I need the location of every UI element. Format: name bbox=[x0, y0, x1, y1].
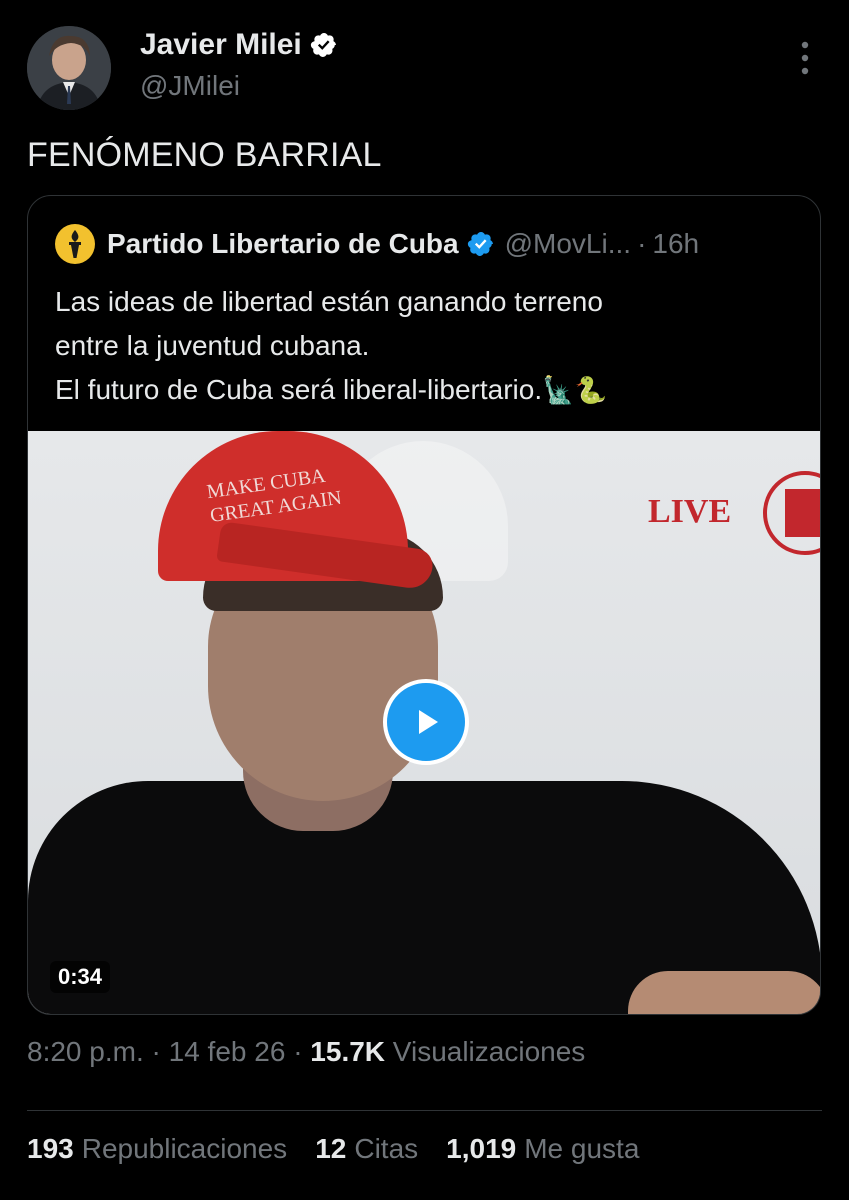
separator-dot: · bbox=[637, 228, 647, 259]
quoted-text-line: Las ideas de libertad están ganando terr… bbox=[55, 286, 603, 317]
engagement-stats: 193 Republicaciones 12 Citas 1,019 Me gusta bbox=[27, 1133, 639, 1165]
separator-dot: · bbox=[151, 1036, 161, 1067]
reposts-stat[interactable]: 193 Republicaciones bbox=[27, 1133, 287, 1165]
play-icon bbox=[419, 710, 438, 734]
quoted-text-line-3: El futuro de Cuba será liberal-libertari… bbox=[55, 374, 543, 405]
quotes-stat[interactable]: 12 Citas bbox=[315, 1133, 418, 1165]
quoted-text-line: entre la juventud cubana. bbox=[55, 330, 370, 361]
quoted-tweet-text: Las ideas de libertad están ganando terr… bbox=[55, 280, 795, 412]
views-count: 15.7K bbox=[310, 1036, 386, 1067]
more-vertical-icon bbox=[801, 41, 809, 75]
play-button[interactable] bbox=[383, 679, 469, 765]
tweet-date[interactable]: 14 feb 26 bbox=[169, 1036, 286, 1067]
verified-badge-icon bbox=[310, 33, 336, 57]
quoted-text-line: El futuro de Cuba será liberal-libertari… bbox=[55, 368, 795, 412]
separator-dot: · bbox=[293, 1036, 303, 1067]
quoted-tweet-card[interactable]: Partido Libertario de Cuba @MovLi... · 1… bbox=[27, 195, 821, 1015]
quoted-tweet-header: Partido Libertario de Cuba @MovLi... · 1… bbox=[55, 224, 699, 264]
views-label: Visualizaciones bbox=[392, 1036, 586, 1067]
author-name-row[interactable]: Javier Milei bbox=[140, 28, 338, 62]
author-photo bbox=[27, 26, 111, 110]
tweet-text: FENÓMENO BARRIAL bbox=[27, 136, 382, 174]
live-overlay-text: LIVE bbox=[648, 493, 732, 530]
statue-snake-emojis: 🗽🐍 bbox=[542, 375, 607, 405]
reposts-label: Republicaciones bbox=[81, 1133, 288, 1164]
video-arm bbox=[628, 971, 820, 1014]
tweet-meta: 8:20 p.m. · 14 feb 26 · 15.7K Visualizac… bbox=[27, 1036, 585, 1068]
author-avatar[interactable] bbox=[27, 26, 111, 110]
author-handle[interactable]: @JMilei bbox=[140, 70, 240, 102]
verified-badge-icon bbox=[467, 232, 493, 256]
quotes-count: 12 bbox=[315, 1133, 347, 1164]
divider bbox=[27, 1110, 822, 1111]
quoted-author-name[interactable]: Partido Libertario de Cuba bbox=[107, 228, 459, 260]
video-player[interactable]: LIVE MAKE CUBA GREAT AGAIN 0:34 bbox=[28, 431, 820, 1014]
quotes-label: Citas bbox=[354, 1133, 419, 1164]
likes-count: 1,019 bbox=[446, 1133, 517, 1164]
quoted-author-avatar[interactable] bbox=[55, 224, 95, 264]
more-options-button[interactable] bbox=[792, 38, 818, 78]
quoted-author-handle[interactable]: @MovLi... bbox=[505, 228, 631, 260]
video-duration: 0:34 bbox=[50, 961, 111, 993]
author-name[interactable]: Javier Milei bbox=[140, 28, 302, 62]
tweet-time[interactable]: 8:20 p.m. bbox=[27, 1036, 144, 1067]
likes-label: Me gusta bbox=[524, 1133, 640, 1164]
quoted-timestamp[interactable]: 16h bbox=[652, 228, 699, 260]
torch-icon bbox=[69, 230, 81, 258]
reposts-count: 193 bbox=[27, 1133, 74, 1164]
likes-stat[interactable]: 1,019 Me gusta bbox=[446, 1133, 639, 1165]
